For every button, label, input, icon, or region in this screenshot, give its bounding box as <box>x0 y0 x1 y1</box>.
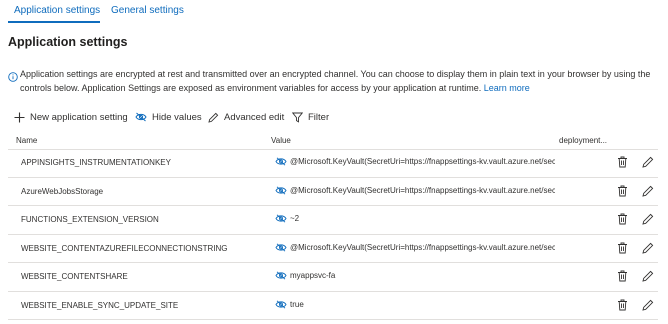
setting-value-text: ~2 <box>290 214 300 223</box>
trash-icon[interactable] <box>617 299 628 311</box>
setting-name[interactable]: APPINSIGHTS_INSTRUMENTATIONKEY <box>21 158 171 167</box>
table-row: FUNCTIONS_EXTENSION_VERSION ~2 <box>8 206 658 235</box>
info-message: Application settings are encrypted at re… <box>20 67 662 95</box>
info-icon <box>8 72 18 82</box>
tab-general-settings[interactable]: General settings <box>111 5 184 16</box>
column-header-deployment[interactable]: deployment... <box>559 136 607 145</box>
filter-button[interactable]: Filter <box>292 109 329 125</box>
setting-value-text: true <box>290 299 304 309</box>
table-row: AzureWebJobsStorage @Microsoft.KeyVault(… <box>8 178 658 206</box>
setting-value-text: @Microsoft.KeyVault(SecretUri=https://fn… <box>290 242 555 252</box>
settings-table: APPINSIGHTS_INSTRUMENTATIONKEY @Microsof… <box>8 149 658 320</box>
pencil-icon[interactable] <box>642 270 654 282</box>
setting-name[interactable]: AzureWebJobsStorage <box>21 187 103 196</box>
trash-icon[interactable] <box>617 185 628 197</box>
pencil-icon[interactable] <box>642 185 654 197</box>
pencil-icon[interactable] <box>642 242 654 254</box>
eye-icon[interactable] <box>275 271 287 280</box>
filter-label: Filter <box>308 111 330 123</box>
setting-value-text: myappsvc-fa <box>290 271 336 280</box>
eye-off-icon <box>135 112 147 122</box>
table-row: APPINSIGHTS_INSTRUMENTATIONKEY @Microsof… <box>8 149 658 178</box>
setting-value-text: @Microsoft.KeyVault(SecretUri=https://fn… <box>290 157 555 166</box>
table-header: Name Value deployment... <box>8 131 658 150</box>
setting-value: @Microsoft.KeyVault(SecretUri=https://fn… <box>275 186 555 195</box>
filter-icon <box>292 112 303 123</box>
setting-value: @Microsoft.KeyVault(SecretUri=https://fn… <box>275 243 555 252</box>
setting-value-text: @Microsoft.KeyVault(SecretUri=https://fn… <box>290 185 555 195</box>
setting-value: myappsvc-fa <box>275 271 555 280</box>
info-text: Application settings are encrypted at re… <box>20 69 651 93</box>
table-row: WEBSITE_CONTENTAZUREFILECONNECTIONSTRING… <box>8 235 658 263</box>
setting-name[interactable]: WEBSITE_ENABLE_SYNC_UPDATE_SITE <box>21 301 178 310</box>
hide-values-label: Hide values <box>152 111 202 123</box>
trash-icon[interactable] <box>617 213 628 225</box>
eye-icon[interactable] <box>275 214 287 223</box>
new-application-setting-button[interactable]: New application setting <box>14 109 128 125</box>
page-title: Application settings <box>8 35 128 49</box>
column-header-value[interactable]: Value <box>271 136 291 145</box>
trash-icon[interactable] <box>617 270 628 282</box>
setting-value: ~2 <box>275 214 555 223</box>
setting-name[interactable]: FUNCTIONS_EXTENSION_VERSION <box>21 215 159 224</box>
trash-icon[interactable] <box>617 242 628 254</box>
setting-name[interactable]: WEBSITE_CONTENTSHARE <box>21 272 128 281</box>
setting-value: @Microsoft.KeyVault(SecretUri=https://fn… <box>275 157 555 166</box>
eye-icon[interactable] <box>275 242 287 252</box>
advanced-edit-label: Advanced edit <box>224 111 285 123</box>
active-tab-indicator <box>8 21 100 23</box>
tab-bar: Application settings General settings <box>0 0 668 24</box>
setting-value: true <box>275 300 555 309</box>
eye-icon[interactable] <box>275 299 287 309</box>
table-row: WEBSITE_CONTENTSHARE myappsvc-fa <box>8 263 658 292</box>
pencil-icon[interactable] <box>642 213 654 225</box>
table-row: WEBSITE_ENABLE_SYNC_UPDATE_SITE true <box>8 292 658 320</box>
tab-application-settings[interactable]: Application settings <box>14 5 100 16</box>
learn-more-link[interactable]: Learn more <box>484 83 530 93</box>
setting-name[interactable]: WEBSITE_CONTENTAZUREFILECONNECTIONSTRING <box>21 244 228 253</box>
new-application-setting-label: New application setting <box>30 111 128 123</box>
hide-values-button[interactable]: Hide values <box>135 109 202 125</box>
pencil-icon <box>208 112 219 123</box>
eye-icon[interactable] <box>275 157 287 166</box>
pencil-icon[interactable] <box>642 299 654 311</box>
eye-icon[interactable] <box>275 185 287 195</box>
column-header-name[interactable]: Name <box>16 136 37 145</box>
trash-icon[interactable] <box>617 156 628 168</box>
plus-icon <box>14 112 25 122</box>
advanced-edit-button[interactable]: Advanced edit <box>208 109 284 125</box>
pencil-icon[interactable] <box>642 156 654 168</box>
